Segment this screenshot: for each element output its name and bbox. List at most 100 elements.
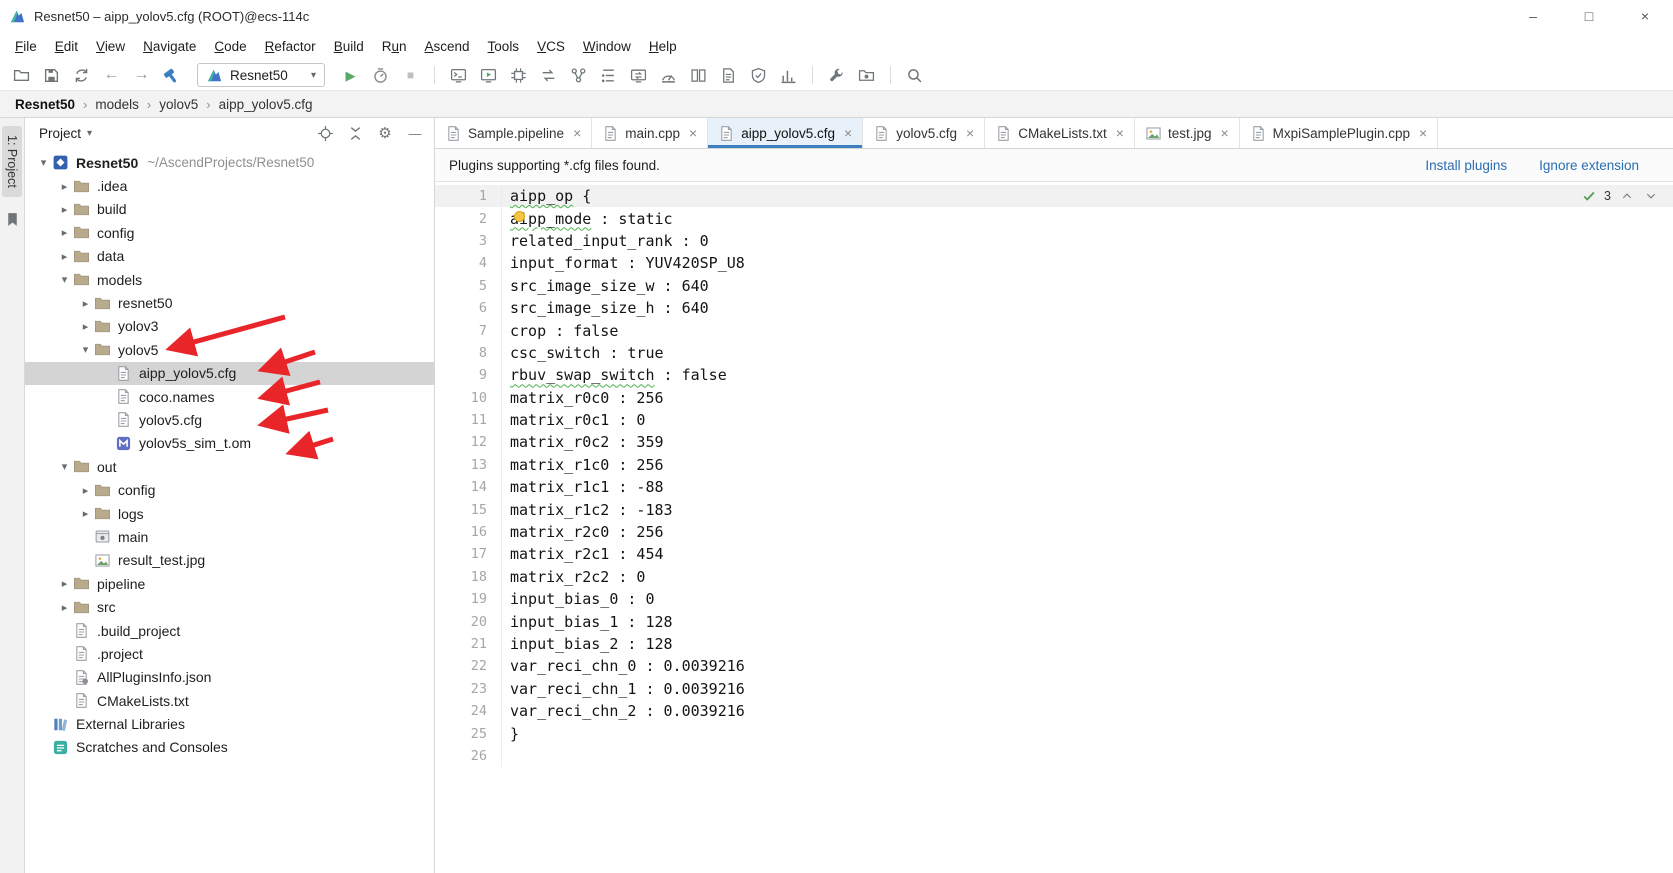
hide-button[interactable]: — [406, 124, 424, 142]
code-line-17[interactable]: 17 matrix_r2c1 : 454 [435, 543, 1673, 566]
tree-item-resnet50[interactable]: ▾ Resnet50 ~/AscendProjects/Resnet50 [25, 151, 434, 174]
code-line-4[interactable]: 4 input_format : YUV420SP_U8 [435, 252, 1673, 275]
code-line-19[interactable]: 19 input_bias_0 : 0 [435, 588, 1673, 611]
code-line-24[interactable]: 24 var_reci_chn_2 : 0.0039216 [435, 699, 1673, 723]
close-tab-icon[interactable]: × [689, 125, 697, 141]
debug-screen-button[interactable] [475, 63, 502, 88]
tree-item-allpluginsinfo-json[interactable]: AllPluginsInfo.json [25, 666, 434, 689]
code-line-10[interactable]: 10 matrix_r0c0 : 256 [435, 386, 1673, 409]
tab-test-jpg[interactable]: test.jpg × [1135, 118, 1240, 148]
chevron-collapsed-icon[interactable]: ▸ [56, 226, 73, 239]
close-tab-icon[interactable]: × [573, 125, 581, 141]
save-all-button[interactable] [38, 63, 65, 88]
code-line-11[interactable]: 11 matrix_r0c1 : 0 [435, 408, 1673, 432]
remote-sync-button[interactable] [625, 63, 652, 88]
close-button[interactable]: × [1617, 0, 1673, 32]
breadcrumb-item-aipp-yolov5-cfg[interactable]: aipp_yolov5.cfg [217, 97, 315, 112]
tab-main-cpp[interactable]: main.cpp × [592, 118, 709, 148]
tree-item-pipeline[interactable]: ▸ pipeline [25, 572, 434, 595]
breadcrumb-item-models[interactable]: models [93, 97, 141, 112]
close-tab-icon[interactable]: × [844, 125, 852, 141]
tab-sample-pipeline[interactable]: Sample.pipeline × [435, 118, 593, 148]
profiler-button[interactable] [655, 63, 682, 88]
code-editor[interactable]: 1 aipp_op {2 aipp_mode : static 3 related_in… [435, 182, 1673, 873]
remote-terminal-button[interactable] [445, 63, 472, 88]
menu-edit[interactable]: Edit [46, 35, 87, 58]
tree-item-idea[interactable]: ▸ .idea [25, 174, 434, 197]
report-button[interactable] [775, 63, 802, 88]
chevron-expanded-icon[interactable]: ▾ [56, 460, 73, 473]
comparator-button[interactable] [685, 63, 712, 88]
chevron-collapsed-icon[interactable]: ▸ [56, 180, 73, 193]
code-line-21[interactable]: 21 input_bias_2 : 128 [435, 632, 1673, 656]
build-hammer-button[interactable] [158, 63, 185, 88]
minimize-button[interactable]: – [1505, 0, 1561, 32]
tree-item-project[interactable]: .project [25, 642, 434, 665]
tab-mxpisampleplugin-cpp[interactable]: MxpiSamplePlugin.cpp × [1240, 118, 1439, 148]
tree-item-cmakelists-txt[interactable]: CMakeLists.txt [25, 689, 434, 712]
tree-item-models[interactable]: ▾ models [25, 268, 434, 291]
code-line-18[interactable]: 18 matrix_r2c2 : 0 [435, 565, 1673, 589]
close-tab-icon[interactable]: × [966, 125, 974, 141]
inspections-widget[interactable]: 3 [1580, 187, 1659, 204]
chevron-down-icon[interactable]: ▾ [87, 128, 92, 139]
back-button[interactable]: ← [98, 63, 125, 88]
panel-title[interactable]: Project [39, 126, 81, 141]
tree-item-config[interactable]: ▸ config [25, 478, 434, 501]
code-line-23[interactable]: 23 var_reci_chn_1 : 0.0039216 [435, 677, 1673, 700]
menu-build[interactable]: Build [325, 35, 373, 58]
code-line-7[interactable]: 7 crop : false [435, 319, 1673, 342]
menu-tools[interactable]: Tools [479, 35, 529, 58]
toolchain-button[interactable] [853, 63, 880, 88]
code-line-6[interactable]: 6 src_image_size_h : 640 [435, 296, 1673, 320]
tab-cmakelists-txt[interactable]: CMakeLists.txt × [985, 118, 1135, 148]
log-parser-button[interactable] [715, 63, 742, 88]
forward-button[interactable]: → [128, 63, 155, 88]
tree-item-yolov5s-sim-t-om[interactable]: yolov5s_sim_t.om [25, 432, 434, 455]
chevron-collapsed-icon[interactable]: ▸ [56, 601, 73, 614]
chevron-collapsed-icon[interactable]: ▸ [56, 577, 73, 590]
menu-run[interactable]: Run [373, 35, 416, 58]
code-line-9[interactable]: 9 rbuv_swap_switch : false [435, 364, 1673, 387]
code-line-15[interactable]: 15 matrix_r1c2 : -183 [435, 498, 1673, 521]
chevron-expanded-icon[interactable]: ▾ [77, 343, 94, 356]
menu-ascend[interactable]: Ascend [416, 35, 479, 58]
code-line-20[interactable]: 20 input_bias_1 : 128 [435, 610, 1673, 633]
tree-item-main[interactable]: main [25, 525, 434, 548]
maximize-button[interactable]: □ [1561, 0, 1617, 32]
tree-item-out[interactable]: ▾ out [25, 455, 434, 478]
chevron-collapsed-icon[interactable]: ▸ [77, 320, 94, 333]
device-manager-button[interactable] [505, 63, 532, 88]
collapse-all-button[interactable] [346, 124, 364, 142]
menu-refactor[interactable]: Refactor [256, 35, 325, 58]
breadcrumb-item-yolov5[interactable]: yolov5 [157, 97, 200, 112]
tree-item-scratches-and-consoles[interactable]: Scratches and Consoles [25, 736, 434, 759]
tree-item-resnet50[interactable]: ▸ resnet50 [25, 291, 434, 314]
chevron-collapsed-icon[interactable]: ▸ [56, 203, 73, 216]
tree-item-result-test-jpg[interactable]: result_test.jpg [25, 549, 434, 572]
code-line-12[interactable]: 12 matrix_r0c2 : 359 [435, 431, 1673, 454]
chevron-collapsed-icon[interactable]: ▸ [77, 507, 94, 520]
menu-window[interactable]: Window [574, 35, 640, 58]
menu-view[interactable]: View [87, 35, 134, 58]
tree-item-yolov5-cfg[interactable]: yolov5.cfg [25, 408, 434, 431]
profile-button[interactable] [367, 63, 394, 88]
stop-button[interactable]: ■ [397, 63, 424, 88]
sync-files-button[interactable] [68, 63, 95, 88]
menu-help[interactable]: Help [640, 35, 686, 58]
prev-problem-icon[interactable] [1618, 187, 1635, 204]
menu-vcs[interactable]: VCS [528, 35, 574, 58]
tree-item-src[interactable]: ▸ src [25, 595, 434, 618]
chevron-expanded-icon[interactable]: ▾ [35, 156, 52, 169]
tree-item-build[interactable]: ▸ build [25, 198, 434, 221]
code-line-26[interactable]: 26 [435, 744, 1673, 768]
install-plugins-link[interactable]: Install plugins [1425, 158, 1507, 173]
code-line-1[interactable]: 1 aipp_op { [435, 185, 1673, 208]
menu-navigate[interactable]: Navigate [134, 35, 205, 58]
tree-item-yolov3[interactable]: ▸ yolov3 [25, 315, 434, 338]
run-button[interactable]: ▶ [337, 63, 364, 88]
coverage-button[interactable] [745, 63, 772, 88]
code-line-3[interactable]: 3 related_input_rank : 0 [435, 229, 1673, 253]
locate-button[interactable] [316, 124, 334, 142]
code-line-2[interactable]: 2 aipp_mode : static [435, 207, 1673, 230]
